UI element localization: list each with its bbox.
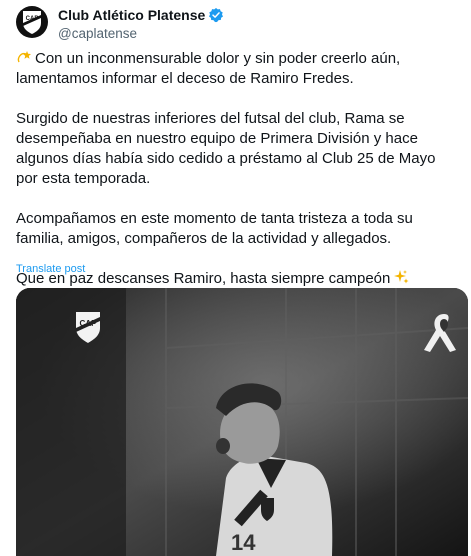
sparkles-emoji-icon [394, 270, 409, 284]
tweet-paragraph: Acompañamos en este momento de tanta tri… [16, 209, 461, 249]
player-photo: 14 CAP [16, 288, 468, 556]
club-avatar[interactable]: CAP [16, 6, 48, 38]
tweet-header: CAP Club Atlético Platense @caplatense [16, 6, 456, 46]
tweet-paragraph: Surgido de nuestras inferiores del futsa… [16, 109, 461, 189]
tweet-text: Con un inconmensurable dolor y sin poder… [16, 49, 461, 289]
tweet-paragraph: Con un inconmensurable dolor y sin poder… [16, 49, 461, 89]
svg-text:CAP: CAP [80, 319, 98, 328]
club-crest-icon: CAP [23, 11, 41, 34]
author-handle[interactable]: @caplatense [58, 26, 137, 41]
tweet-paragraph-3: Acompañamos en este momento de tanta tri… [16, 210, 413, 247]
author-display-name[interactable]: Club Atlético Platense [58, 7, 205, 23]
post-media-image[interactable]: 14 CAP [16, 288, 468, 556]
svg-text:14: 14 [231, 530, 256, 555]
translate-post-link[interactable]: Translate post [16, 263, 85, 275]
verified-badge-icon [209, 8, 224, 23]
dizzy-star-emoji-icon [17, 51, 31, 63]
tweet-paragraph-1: Con un inconmensurable dolor y sin poder… [16, 50, 401, 87]
name-row: Club Atlético Platense [58, 6, 224, 24]
svg-text:CAP: CAP [26, 16, 39, 22]
tweet-paragraph-2: Surgido de nuestras inferiores del futsa… [16, 110, 436, 187]
